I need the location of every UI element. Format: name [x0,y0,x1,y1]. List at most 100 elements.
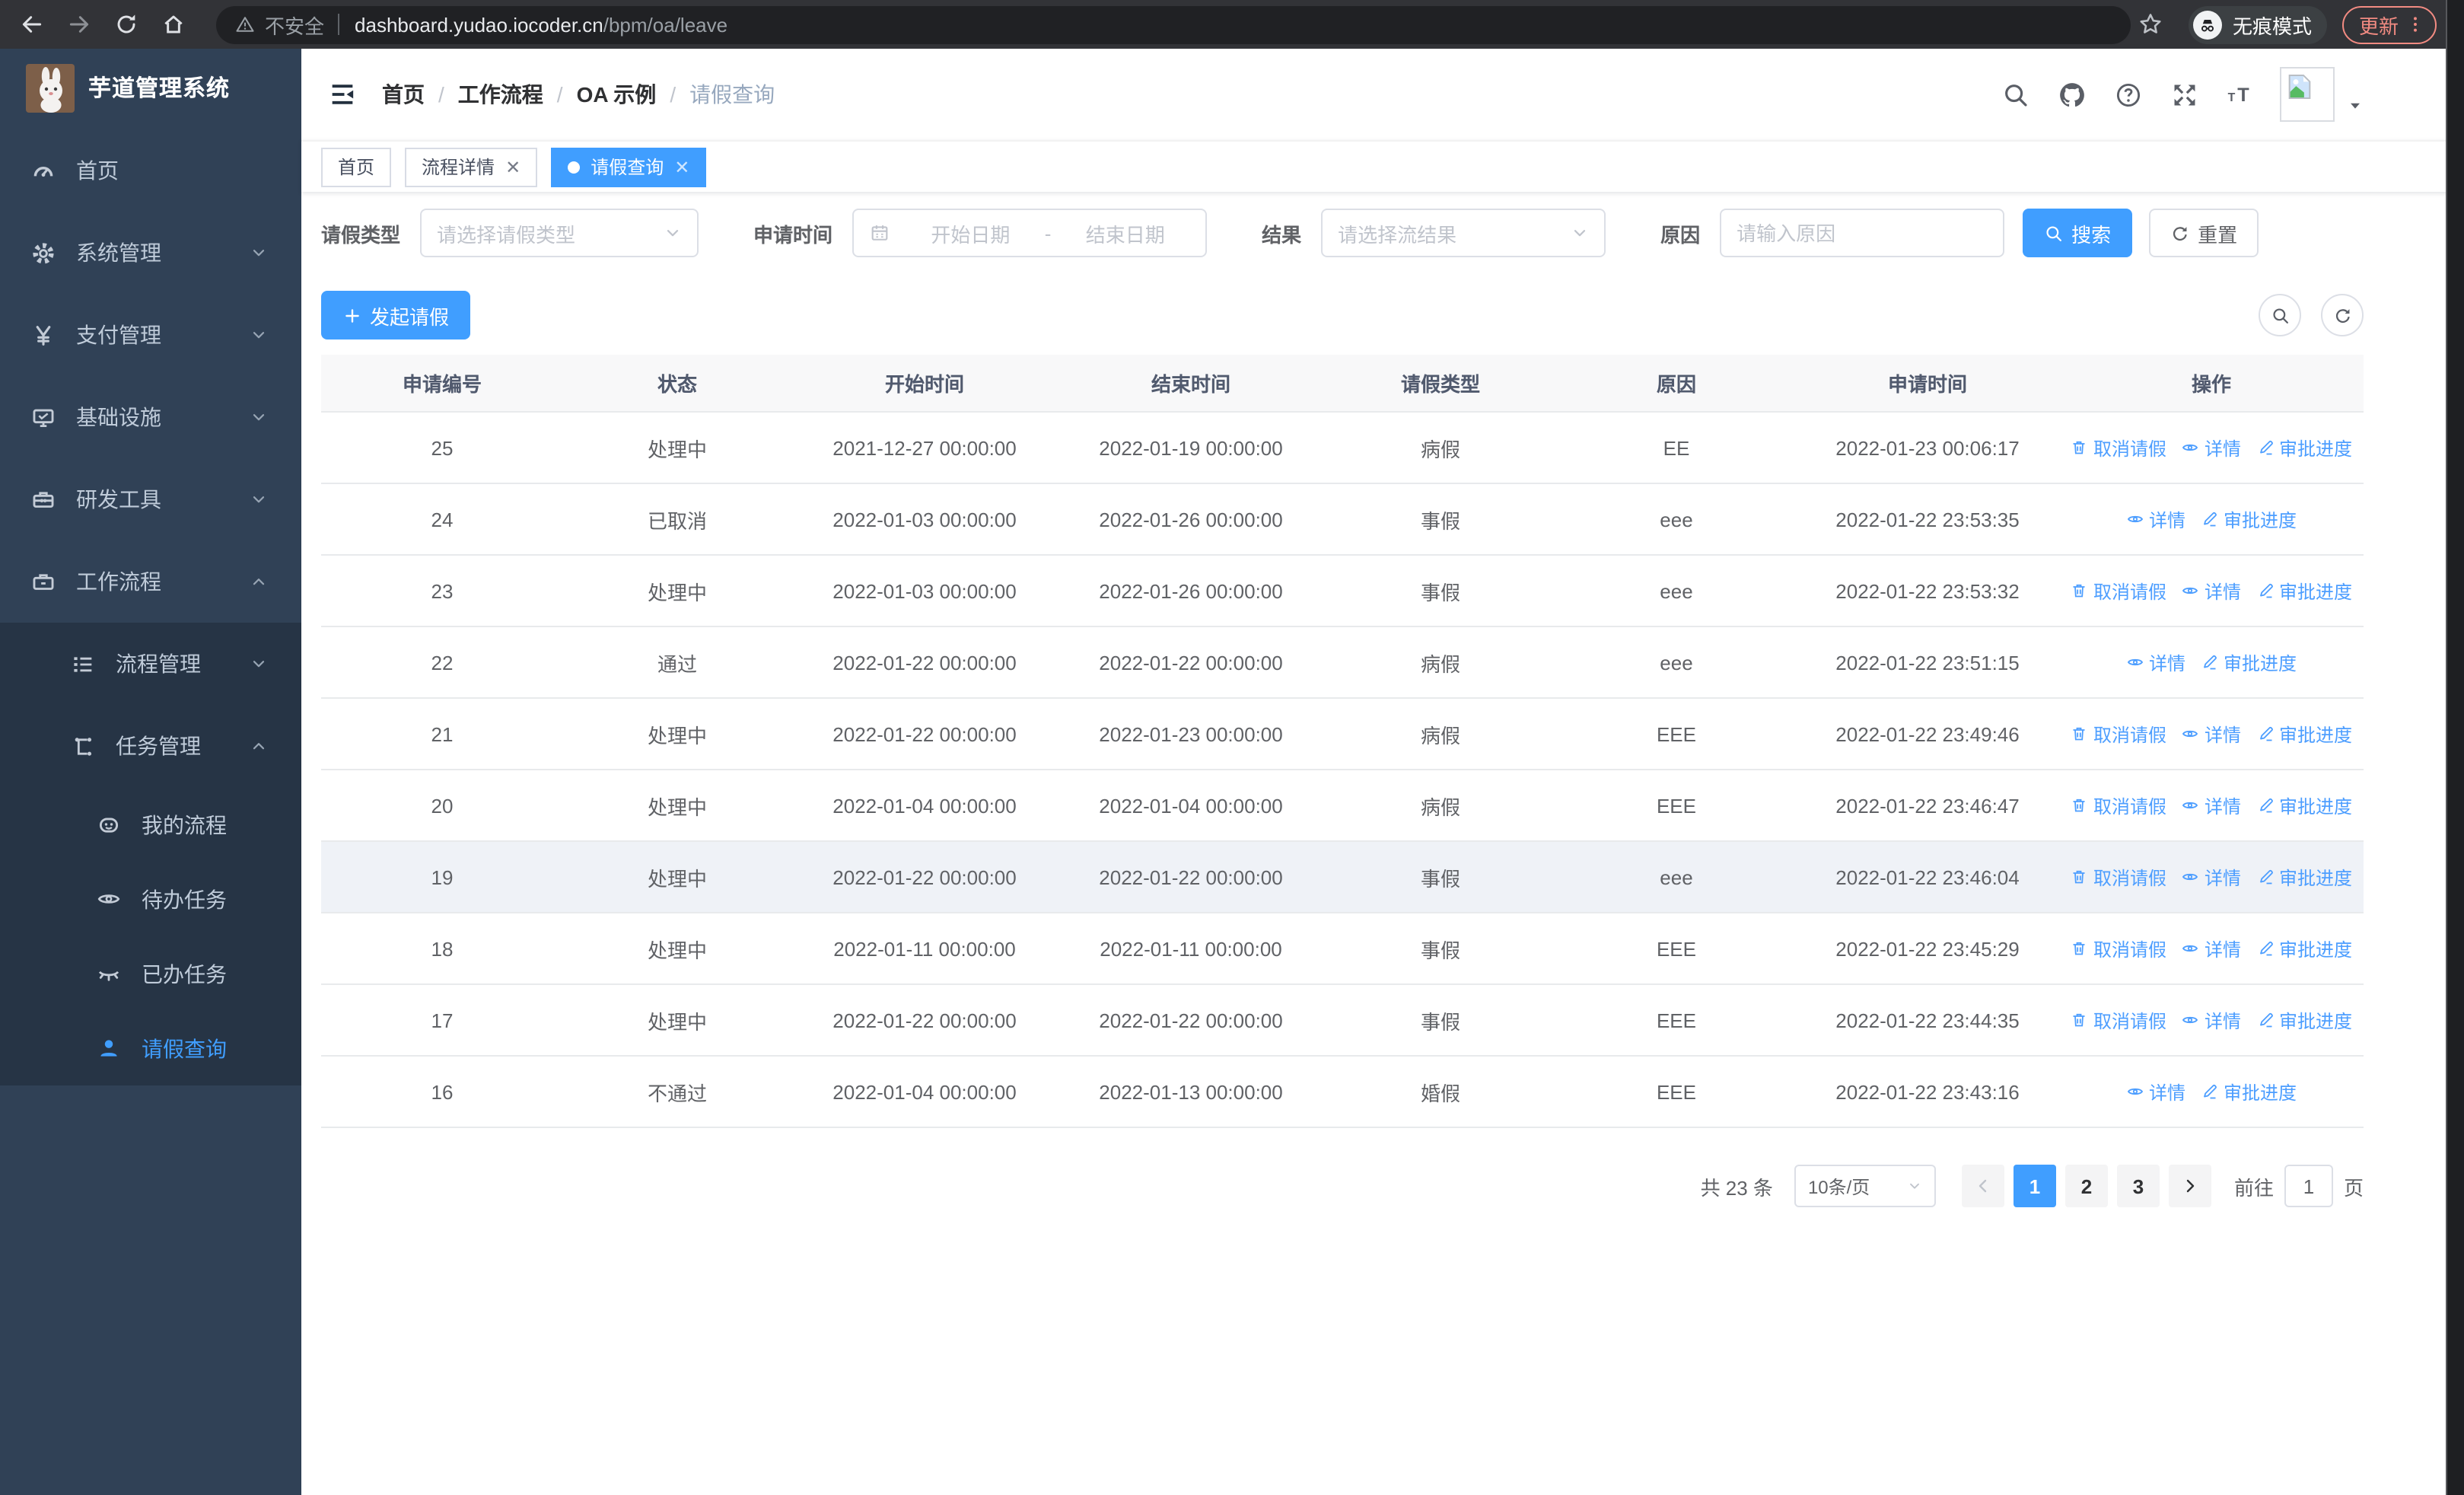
help-icon[interactable] [2112,79,2143,110]
search-button[interactable]: 搜索 [2023,209,2133,257]
page-button-2[interactable]: 2 [2064,1165,2108,1207]
sidebar-item-todo-tasks[interactable]: 待办任务 [0,862,301,936]
close-icon[interactable]: ✕ [505,158,520,176]
breadcrumb-item[interactable]: 首页 [382,79,425,110]
cancel-link[interactable]: 取消请假 [2071,721,2166,747]
progress-link[interactable]: 审批进度 [2201,506,2297,532]
sidebar-item-dev-tools[interactable]: 研发工具 [0,458,301,540]
browser-forward-icon[interactable] [59,5,99,44]
detail-link[interactable]: 详情 [2182,578,2241,604]
progress-link[interactable]: 审批进度 [2256,1007,2352,1033]
progress-link[interactable]: 审批进度 [2201,1079,2297,1105]
avatar-caret-icon[interactable] [2347,97,2364,113]
sidebar-collapse-icon[interactable] [327,79,358,110]
table-cell: eee [1660,579,1693,602]
row-actions: 详情 审批进度 [2059,649,2364,675]
leave-type-select[interactable]: 请选择请假类型 [420,209,699,257]
breadcrumb-item[interactable]: 工作流程 [458,79,543,110]
browser-home-icon[interactable] [154,5,193,44]
sidebar-item-process-mgmt[interactable]: 流程管理 [0,623,301,705]
browser-menu-icon[interactable] [2405,14,2426,35]
progress-link[interactable]: 审批进度 [2256,435,2352,461]
app-logo[interactable]: 芋道管理系统 [0,49,301,126]
table-cell: 2022-01-22 00:00:00 [832,1009,1017,1031]
reset-button[interactable]: 重置 [2149,209,2259,257]
progress-link[interactable]: 审批进度 [2256,864,2352,890]
browser-back-icon[interactable] [12,5,52,44]
close-icon[interactable]: ✕ [674,158,689,176]
progress-link[interactable]: 审批进度 [2256,721,2352,747]
sidebar-item-payment[interactable]: 支付管理 [0,294,301,376]
toggle-search-button[interactable] [2259,294,2301,336]
bookmark-star-icon[interactable] [2137,11,2164,38]
result-select[interactable]: 请选择流结果 [1321,209,1606,257]
user-avatar[interactable] [2280,67,2335,122]
detail-link[interactable]: 详情 [2182,864,2241,890]
url-bar[interactable]: 不安全 dashboard.yudao.iocoder.cn /bpm/oa/l… [216,5,2131,43]
svg-text:T: T [2227,91,2235,104]
sidebar-item-home[interactable]: 首页 [0,129,301,212]
cancel-link[interactable]: 取消请假 [2071,792,2166,818]
browser-reload-icon[interactable] [107,5,146,44]
breadcrumb-item[interactable]: OA 示例 [577,79,657,110]
flow-icon [70,733,96,759]
progress-link[interactable]: 审批进度 [2256,936,2352,961]
reset-button-label: 重置 [2198,223,2238,246]
refresh-table-button[interactable] [2321,294,2364,336]
insecure-warning-icon [234,14,256,35]
detail-link[interactable]: 详情 [2182,1007,2241,1033]
progress-link[interactable]: 审批进度 [2201,649,2297,675]
goto-page-input[interactable] [2284,1165,2333,1207]
page-size-value: 10条/页 [1807,1176,1870,1197]
refresh-icon [2170,223,2190,243]
sidebar-item-leave-query[interactable]: 请假查询 [0,1011,301,1085]
progress-link[interactable]: 审批进度 [2256,578,2352,604]
next-page-button[interactable] [2168,1165,2211,1207]
sidebar-item-system[interactable]: 系统管理 [0,212,301,294]
prev-page-button[interactable] [1961,1165,2004,1207]
cancel-link[interactable]: 取消请假 [2071,578,2166,604]
expand-icon[interactable] [2169,79,2199,110]
sidebar-item-my-process[interactable]: 我的流程 [0,787,301,862]
pagination-total: 共 23 条 [1700,1176,1773,1199]
detail-link[interactable]: 详情 [2126,1079,2185,1105]
apply-time-range-picker[interactable]: 开始日期 - 结束日期 [852,209,1208,257]
main-area: 首页 / 工作流程 / OA 示例 / 请假查询 TT 首页 流程详情 ✕ 请假查询 ✕ 请假类型 … [301,49,2464,1495]
cancel-link[interactable]: 取消请假 [2071,864,2166,890]
reason-input[interactable] [1720,209,2005,257]
tab-leave-query[interactable]: 请假查询 ✕ [551,147,707,186]
page-content: 请假类型 请选择请假类型 申请时间 开始日期 - 结束日期 结果 请选择流结果 … [301,192,2464,1495]
sidebar-item-done-tasks[interactable]: 已办任务 [0,936,301,1011]
chevron-down-icon [250,655,268,673]
tab-home[interactable]: 首页 [321,147,392,186]
cancel-link[interactable]: 取消请假 [2071,1007,2166,1033]
detail-link[interactable]: 详情 [2182,435,2241,461]
eye-icon [2182,1011,2200,1029]
font-size-icon[interactable]: TT [2225,79,2255,110]
sidebar-item-infra[interactable]: 基础设施 [0,376,301,458]
detail-link[interactable]: 详情 [2126,506,2185,532]
page-button-3[interactable]: 3 [2116,1165,2160,1207]
tab-process-detail[interactable]: 流程详情 ✕ [405,147,538,186]
window-edge-scrollbar[interactable] [2446,0,2464,1495]
detail-link[interactable]: 详情 [2126,649,2185,675]
detail-link[interactable]: 详情 [2182,936,2241,961]
detail-link[interactable]: 详情 [2182,721,2241,747]
edit-icon [2256,796,2275,814]
cancel-link[interactable]: 取消请假 [2071,936,2166,961]
cancel-link[interactable]: 取消请假 [2071,435,2166,461]
eye-icon [96,886,122,912]
table-cell: 2022-01-22 00:00:00 [832,865,1017,888]
eye-icon [2126,653,2144,671]
create-leave-button[interactable]: 发起请假 [321,291,471,339]
sidebar-item-workflow[interactable]: 工作流程 [0,540,301,623]
page-size-select[interactable]: 10条/页 [1794,1165,1936,1207]
github-icon[interactable] [2056,79,2087,110]
page-button-1[interactable]: 1 [2013,1165,2056,1207]
sidebar-item-task-mgmt[interactable]: 任务管理 [0,705,301,787]
browser-update-button[interactable]: 更新 [2341,5,2437,43]
progress-link[interactable]: 审批进度 [2256,792,2352,818]
detail-link[interactable]: 详情 [2182,792,2241,818]
breadcrumb-separator: / [438,82,444,107]
search-icon[interactable] [2000,79,2030,110]
